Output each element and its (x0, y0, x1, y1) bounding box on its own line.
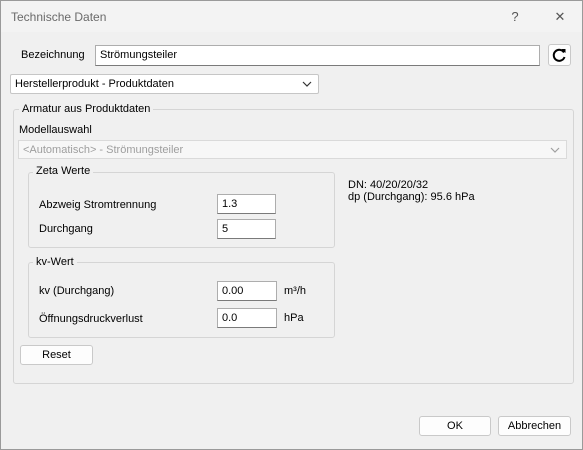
chevron-down-icon (550, 147, 560, 153)
kv-unit: m³/h (284, 285, 306, 297)
title-bar: Technische Daten ? ✕ (1, 1, 582, 32)
opening-pressure-loss-input[interactable]: 0.0 (217, 308, 277, 328)
window-title: Technische Daten (11, 10, 107, 24)
designation-input[interactable]: Strömungsteiler (95, 45, 540, 66)
chevron-down-icon (302, 81, 312, 87)
kv-label: kv (Durchgang) (39, 285, 115, 297)
opening-pressure-loss-unit: hPa (284, 312, 304, 324)
through-zeta-input[interactable]: 5 (217, 219, 276, 239)
product-source-value: Herstellerprodukt - Produktdaten (15, 78, 174, 90)
zeta-group-title: Zeta Werte (33, 165, 94, 177)
branch-separation-input[interactable]: 1.3 (217, 194, 276, 214)
technical-data-dialog: Technische Daten ? ✕ Bezeichnung Strömun… (0, 0, 583, 450)
opening-pressure-loss-label: Öffnungsdruckverlust (39, 313, 143, 325)
kv-group-title: kv-Wert (33, 256, 77, 268)
model-selection-select[interactable]: <Automatisch> - Strömungsteiler (18, 140, 567, 159)
armature-group-title: Armatur aus Produktdaten (19, 103, 154, 115)
branch-separation-label: Abzweig Stromtrennung (39, 199, 157, 211)
through-zeta-label: Durchgang (39, 223, 93, 235)
product-source-select[interactable]: Herstellerprodukt - Produktdaten (10, 74, 319, 94)
kv-group (28, 262, 335, 338)
close-button[interactable]: ✕ (549, 7, 571, 27)
model-selection-label: Modellauswahl (19, 124, 92, 136)
kv-input[interactable]: 0.00 (217, 281, 277, 301)
cancel-button[interactable]: Abbrechen (498, 416, 571, 436)
help-button[interactable]: ? (504, 7, 526, 27)
dp-info: dp (Durchgang): 95.6 hPa (348, 191, 475, 203)
ok-button[interactable]: OK (419, 416, 491, 436)
refresh-icon (552, 48, 566, 62)
refresh-button[interactable] (548, 44, 571, 66)
model-selection-value: <Automatisch> - Strömungsteiler (23, 144, 184, 156)
dn-info: DN: 40/20/20/32 (348, 179, 429, 191)
designation-label: Bezeichnung (21, 49, 85, 61)
reset-button[interactable]: Reset (20, 345, 93, 365)
